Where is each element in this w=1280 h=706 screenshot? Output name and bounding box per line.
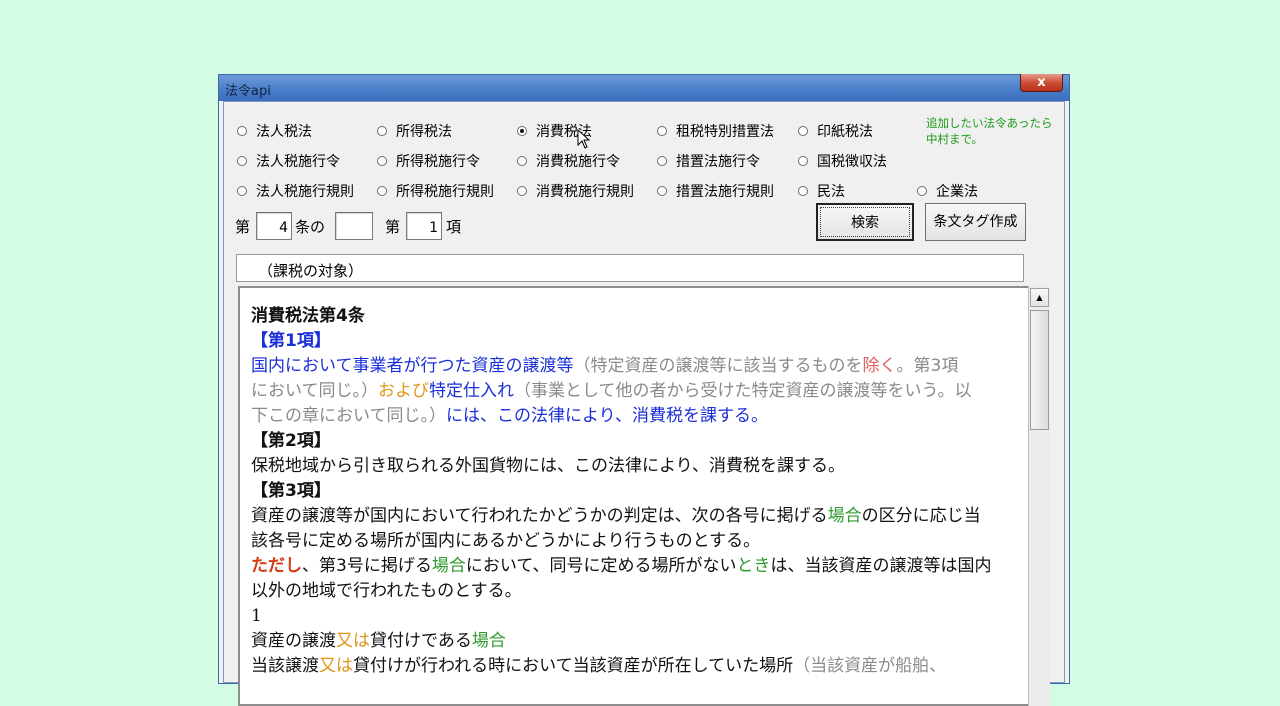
radio-label: 措置法施行規則 xyxy=(676,184,774,200)
article-input[interactable]: 4 xyxy=(256,212,292,240)
label-jou-no: 条の xyxy=(295,218,326,236)
text-line: 資産の譲渡又は貸付けである場合 xyxy=(251,631,506,651)
radio-houjinzei-sekourei[interactable]: 法人税施行令 xyxy=(237,151,340,171)
radio-inshizei[interactable]: 印紙税法 xyxy=(798,121,873,141)
radio-houjinzei[interactable]: 法人税法 xyxy=(237,121,312,141)
radio-circle xyxy=(377,186,387,196)
mouse-pointer-icon xyxy=(577,129,591,149)
app-window: 法令api x 法人税法 所得税法 消費税法 租税特別措置法 印紙税法 法人税施… xyxy=(218,74,1070,706)
radio-circle xyxy=(798,156,808,166)
form-client-area: 法人税法 所得税法 消費税法 租税特別措置法 印紙税法 法人税施行令 所得税施行… xyxy=(223,101,1065,706)
radio-minpou[interactable]: 民法 xyxy=(798,181,845,201)
radio-sozei-tokubetsu[interactable]: 租税特別措置法 xyxy=(657,121,774,141)
radio-label: 所得税施行規則 xyxy=(396,184,494,200)
label-kou: 項 xyxy=(446,218,462,236)
scroll-up-arrow-icon[interactable]: ▲ xyxy=(1030,288,1049,307)
paragraph-input[interactable]: 1 xyxy=(406,212,442,240)
radio-sochihou-kisoku[interactable]: 措置法施行規則 xyxy=(657,181,774,201)
radio-shotokuzei-sekourei[interactable]: 所得税施行令 xyxy=(377,151,480,171)
radio-label: 企業法 xyxy=(936,184,978,200)
paragraph-2-heading: 【第2項】 xyxy=(251,431,331,451)
radio-kigyouhou[interactable]: 企業法 xyxy=(917,181,978,201)
radio-circle xyxy=(237,186,247,196)
radio-shotokuzei[interactable]: 所得税法 xyxy=(377,121,452,141)
radio-circle xyxy=(798,186,808,196)
text-line: 資産の譲渡等が国内において行われたかどうかの判定は、次の各号に掲げる場合の区分に… xyxy=(251,506,981,526)
radio-label: 租税特別措置法 xyxy=(676,124,774,140)
radio-circle xyxy=(517,186,527,196)
text-line: 下この章において同じ。）には、この法律により、消費税を課する。 xyxy=(251,406,768,426)
radio-circle xyxy=(917,186,927,196)
radio-label: 民法 xyxy=(817,184,845,200)
text-line: 該各号に定める場所が国内にあるかどうかにより行うものとする。 xyxy=(251,531,761,551)
article-text: 消費税法第4条 【第1項】 国内において事業者が行つた資産の譲渡等（特定資産の譲… xyxy=(251,304,1021,679)
radio-circle xyxy=(657,186,667,196)
paragraph-1-heading: 【第1項】 xyxy=(251,331,331,351)
item-number: 1 xyxy=(251,606,262,626)
radio-shouhizei-sekourei[interactable]: 消費税施行令 xyxy=(517,151,620,171)
radio-shouhizei-kisoku[interactable]: 消費税施行規則 xyxy=(517,181,634,201)
radio-circle xyxy=(657,156,667,166)
radio-houjinzei-kisoku[interactable]: 法人税施行規則 xyxy=(237,181,354,201)
article-title: 消費税法第4条 xyxy=(251,306,365,326)
radio-shotokuzei-kisoku[interactable]: 所得税施行規則 xyxy=(377,181,494,201)
text-line: 当該譲渡又は貸付けが行われる時において当該資産が所在していた場所（当該資産が船舶… xyxy=(251,656,947,676)
window-title: 法令api xyxy=(225,84,271,99)
text-line: において同じ。）および特定仕入れ（事業として他の者から受けた特定資産の譲渡等をい… xyxy=(251,381,972,401)
radio-label: 印紙税法 xyxy=(817,124,873,140)
radio-label: 国税徴収法 xyxy=(817,154,887,170)
radio-circle-checked xyxy=(517,126,527,136)
radio-circle xyxy=(237,126,247,136)
vertical-scrollbar[interactable]: ▲ xyxy=(1028,286,1050,706)
radio-label: 所得税法 xyxy=(396,124,452,140)
label-dai-2: 第 xyxy=(385,218,401,236)
radio-circle xyxy=(377,126,387,136)
text-line: 国内において事業者が行つた資産の譲渡等（特定資産の譲渡等に該当するものを除く。第… xyxy=(251,356,959,376)
radio-label: 法人税施行令 xyxy=(256,154,340,170)
radio-circle xyxy=(237,156,247,166)
title-bar[interactable]: 法令api x xyxy=(219,74,1069,101)
radio-label: 措置法施行令 xyxy=(676,154,760,170)
radio-sochihou-sekourei[interactable]: 措置法施行令 xyxy=(657,151,760,171)
text-line: 以外の地域で行われたものとする。 xyxy=(251,581,522,601)
radio-label: 消費税施行規則 xyxy=(536,184,634,200)
radio-label: 法人税法 xyxy=(256,124,312,140)
paragraph-3-heading: 【第3項】 xyxy=(251,481,331,501)
article-caption-field[interactable]: （課税の対象） xyxy=(236,254,1024,282)
search-button[interactable]: 検索 xyxy=(816,203,914,241)
radio-label: 所得税施行令 xyxy=(396,154,480,170)
radio-label: 法人税施行規則 xyxy=(256,184,354,200)
text-line: ただし、第3号に掲げる場合において、同号に定める場所がないときは、当該資産の譲渡… xyxy=(251,556,992,576)
radio-circle xyxy=(798,126,808,136)
sub-article-input[interactable] xyxy=(335,212,373,240)
radio-circle xyxy=(517,156,527,166)
article-text-area[interactable]: 消費税法第4条 【第1項】 国内において事業者が行つた資産の譲渡等（特定資産の譲… xyxy=(238,286,1028,706)
text-line: 保税地域から引き取られる外国貨物には、この法律により、消費税を課する。 xyxy=(251,456,845,476)
close-button[interactable]: x xyxy=(1020,74,1063,92)
label-dai: 第 xyxy=(235,218,251,236)
radio-circle xyxy=(377,156,387,166)
radio-circle xyxy=(657,126,667,136)
create-tag-button[interactable]: 条文タグ作成 xyxy=(925,203,1026,241)
radio-label: 消費税施行令 xyxy=(536,154,620,170)
radio-kokuzei-choushuu[interactable]: 国税徴収法 xyxy=(798,151,887,171)
note-text: 追加したい法令あったら 中村まで。 xyxy=(926,116,1053,146)
scroll-thumb[interactable] xyxy=(1030,310,1049,430)
